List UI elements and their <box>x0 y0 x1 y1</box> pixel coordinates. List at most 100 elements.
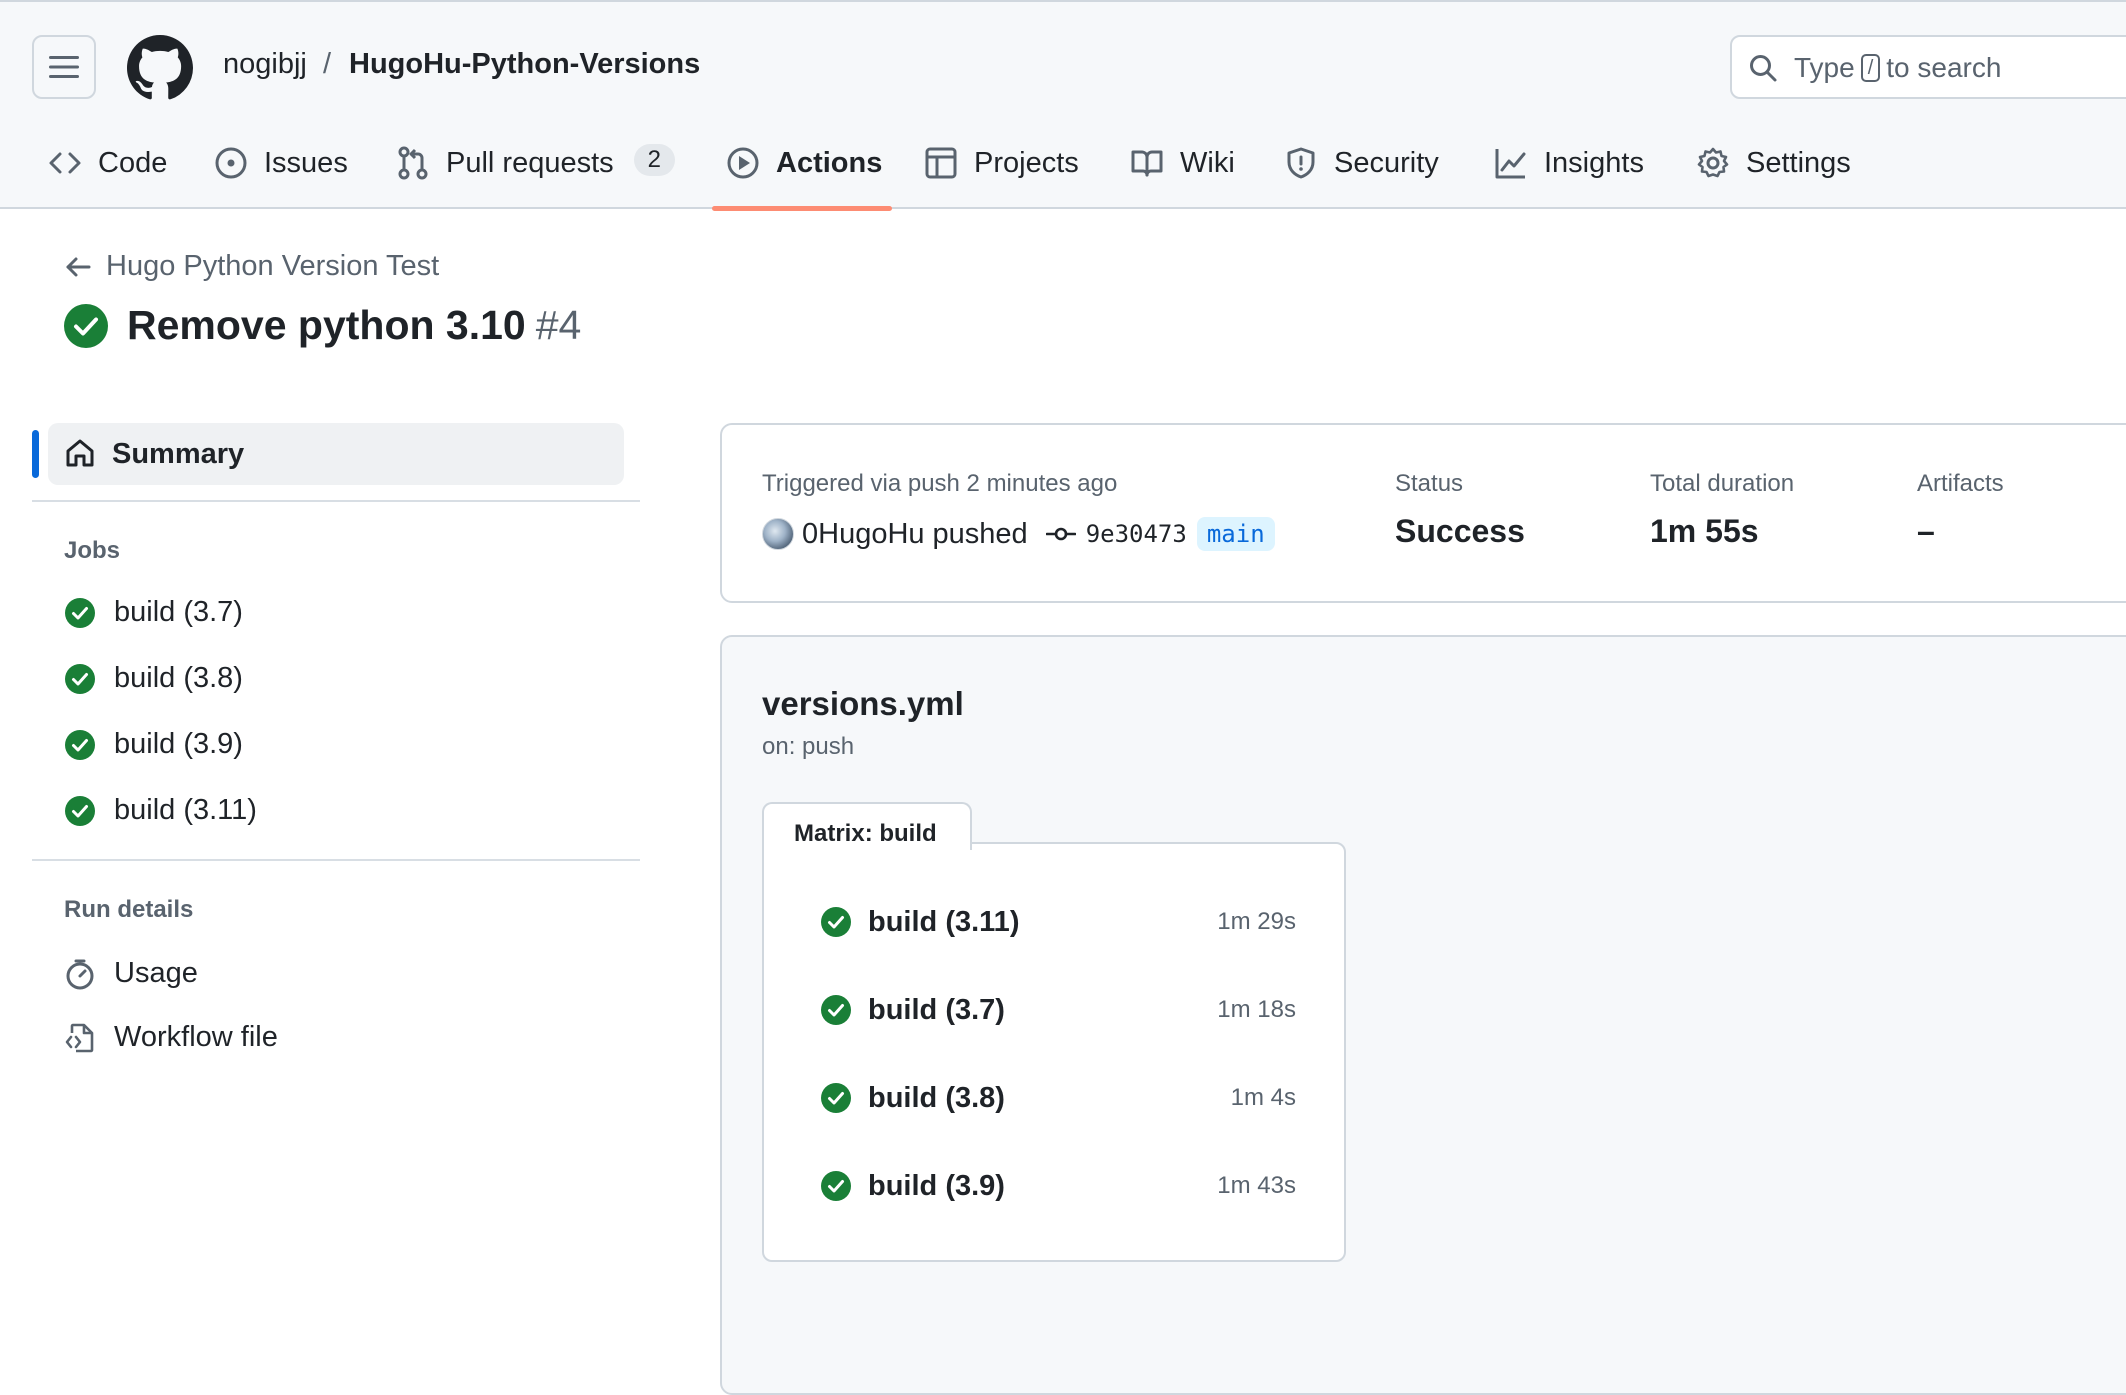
tab-label: Insights <box>1544 147 1644 179</box>
tab-actions[interactable]: Actions <box>726 138 882 210</box>
branch-label[interactable]: main <box>1196 517 1275 551</box>
job-label: build (3.11) <box>114 794 257 826</box>
jobs-heading: Jobs <box>64 537 121 564</box>
check-circle-fill-icon <box>820 906 868 938</box>
check-circle-fill-icon <box>820 994 868 1026</box>
job-label: build (3.9) <box>114 728 243 760</box>
tab-label: Security <box>1334 147 1439 179</box>
tab-label: Issues <box>264 147 348 179</box>
matrix-job-duration: 1m 4s <box>1230 1084 1296 1111</box>
check-circle-fill-icon <box>64 663 114 695</box>
check-circle-fill-icon <box>64 597 114 629</box>
tab-code[interactable]: Code <box>48 138 167 210</box>
tab-pull-requests[interactable]: Pull requests 2 <box>396 138 676 210</box>
gear-icon <box>1696 146 1730 180</box>
repo-owner-link[interactable]: nogibjj <box>223 48 307 81</box>
file-code-icon <box>64 1022 114 1054</box>
table-icon <box>924 146 958 180</box>
artifacts-label: Artifacts <box>1917 470 2004 497</box>
tab-security[interactable]: Security <box>1284 138 1439 210</box>
matrix-job-row[interactable]: build (3.7) 1m 18s <box>820 990 1296 1030</box>
workflow-trigger: on: push <box>762 733 855 760</box>
check-circle-fill-icon <box>820 1170 868 1202</box>
actor-link[interactable]: 0HugoHu <box>802 518 925 551</box>
matrix-job-row[interactable]: build (3.9) 1m 43s <box>820 1166 1296 1206</box>
sidebar-item-label: Workflow file <box>114 1021 278 1053</box>
stopwatch-icon <box>64 958 114 990</box>
run-details-heading: Run details <box>64 896 194 923</box>
repo-header: nogibjj / HugoHu-Python-Versions Type / to… <box>0 0 2126 211</box>
sidebar-divider <box>32 500 640 502</box>
tab-label: Actions <box>776 147 883 179</box>
tab-label: Settings <box>1746 147 1851 179</box>
git-commit-icon <box>1045 524 1076 544</box>
sidebar-item-summary[interactable]: Summary <box>48 423 624 485</box>
matrix-label: Matrix: build <box>794 820 937 847</box>
check-circle-fill-icon <box>820 1082 868 1114</box>
shield-icon <box>1284 146 1318 180</box>
push-action-text: pushed <box>932 517 1028 550</box>
tab-projects[interactable]: Projects <box>924 138 1079 210</box>
commit-sha-link[interactable]: 9e30473 <box>1086 520 1187 548</box>
duration-value: 1m 55s <box>1650 513 1759 549</box>
trigger-text: Triggered via push 2 minutes ago <box>762 470 1118 497</box>
search-icon <box>1748 53 1778 83</box>
selected-indicator <box>32 430 39 478</box>
workflow-back-link[interactable]: Hugo Python Version Test <box>64 250 439 283</box>
duration-label: Total duration <box>1650 470 1795 497</box>
workflow-file-name[interactable]: versions.yml <box>762 685 964 723</box>
sidebar-item-label: Summary <box>112 438 245 470</box>
matrix-job-duration: 1m 29s <box>1217 908 1296 935</box>
home-icon <box>64 437 96 469</box>
play-icon <box>726 146 760 180</box>
github-logo-icon[interactable] <box>127 35 193 101</box>
matrix-job-row[interactable]: build (3.11) 1m 29s <box>820 902 1296 942</box>
search-input[interactable]: Type / to search <box>1730 35 2126 99</box>
matrix-job-name: build (3.11) <box>868 905 1020 938</box>
run-number: #4 <box>535 302 582 348</box>
sidebar-job-item[interactable]: build (3.9) <box>64 728 243 761</box>
run-title-text: Remove python 3.10 <box>127 302 526 348</box>
matrix-job-name: build (3.7) <box>868 993 1005 1026</box>
tab-label: Pull requests <box>446 147 614 179</box>
matrix-job-name: build (3.8) <box>868 1081 1005 1114</box>
book-icon <box>1130 146 1164 180</box>
code-icon <box>48 146 82 180</box>
pull-request-count-badge: 2 <box>633 144 676 176</box>
matrix-job-duration: 1m 18s <box>1217 996 1296 1023</box>
search-shortcut-key: / <box>1860 54 1881 82</box>
graph-icon <box>1494 146 1528 180</box>
run-summary-card: Triggered via push 2 minutes ago 0HugoHu… <box>720 423 2126 603</box>
tab-issues[interactable]: Issues <box>214 138 348 210</box>
tab-wiki[interactable]: Wiki <box>1130 138 1235 210</box>
tab-insights[interactable]: Insights <box>1494 138 1644 210</box>
tab-label: Wiki <box>1180 147 1235 179</box>
job-label: build (3.8) <box>114 662 243 694</box>
trigger-details: 0HugoHu pushed 9e30473 main <box>762 517 1275 551</box>
sidebar-job-item[interactable]: build (3.11) <box>64 794 257 827</box>
hamburger-icon <box>49 55 79 79</box>
matrix-job-name: build (3.9) <box>868 1169 1005 1202</box>
sidebar-item-workflow-file[interactable]: Workflow file <box>64 1021 278 1054</box>
tab-label: Projects <box>974 147 1079 179</box>
menu-button[interactable] <box>32 35 96 99</box>
sidebar-item-usage[interactable]: Usage <box>64 957 198 990</box>
breadcrumb-separator: / <box>323 48 332 80</box>
tab-settings[interactable]: Settings <box>1696 138 1851 210</box>
status-value: Success <box>1395 513 1525 549</box>
matrix-header: Matrix: build <box>762 802 972 850</box>
check-circle-fill-icon <box>63 303 109 349</box>
avatar[interactable] <box>762 518 794 550</box>
sidebar-job-item[interactable]: build (3.8) <box>64 662 243 695</box>
job-label: build (3.7) <box>114 596 243 628</box>
repo-name-link[interactable]: HugoHu-Python-Versions <box>349 48 700 81</box>
git-pull-request-icon <box>396 146 430 180</box>
workflow-name: Hugo Python Version Test <box>106 250 440 282</box>
matrix-job-row[interactable]: build (3.8) 1m 4s <box>820 1078 1296 1118</box>
issue-opened-icon <box>214 146 248 180</box>
artifacts-value: – <box>1917 513 1935 549</box>
sidebar-divider <box>32 859 640 861</box>
matrix-job-group: build (3.11) 1m 29s build (3.7) 1m 18s b… <box>762 842 1346 1262</box>
status-label: Status <box>1395 470 1464 497</box>
sidebar-job-item[interactable]: build (3.7) <box>64 596 243 629</box>
